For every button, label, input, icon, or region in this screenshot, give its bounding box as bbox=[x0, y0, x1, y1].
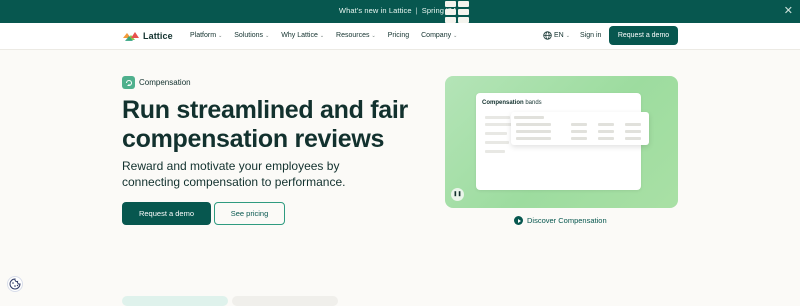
nav-item-solutions[interactable]: Solutions ⌄ bbox=[234, 32, 269, 39]
globe-icon bbox=[543, 31, 552, 40]
screenshot-left-column bbox=[485, 116, 512, 157]
announcement-link[interactable]: What's new in Lattice|Spring '24 › bbox=[0, 6, 800, 15]
request-demo-button-header[interactable]: Request a demo bbox=[609, 26, 678, 45]
compensation-icon bbox=[122, 76, 135, 89]
chevron-down-icon: ⌄ bbox=[319, 33, 325, 39]
screenshot-popover bbox=[511, 112, 649, 145]
sign-in-link[interactable]: Sign in bbox=[580, 32, 601, 39]
hero-subtitle: Reward and motivate your employees by co… bbox=[122, 159, 346, 189]
nav-item-platform[interactable]: Platform ⌄ bbox=[190, 32, 222, 39]
section-tab-active[interactable] bbox=[122, 296, 228, 306]
close-icon[interactable]: ✕ bbox=[784, 4, 793, 17]
pause-icon[interactable]: ❚❚ bbox=[451, 188, 464, 201]
language-label: EN bbox=[554, 32, 564, 39]
discover-compensation-link[interactable]: Discover Compensation bbox=[514, 216, 607, 225]
cookie-icon[interactable] bbox=[7, 276, 23, 292]
lattice-logo-icon bbox=[123, 32, 139, 41]
language-selector[interactable]: EN ⌄ bbox=[543, 31, 570, 40]
play-icon bbox=[514, 216, 523, 225]
screenshot-title: Compensation bands bbox=[482, 100, 542, 106]
logo-text: Lattice bbox=[143, 31, 173, 41]
chevron-down-icon: ⌄ bbox=[453, 33, 458, 39]
hero-title: Run streamlined and fair compensation re… bbox=[122, 96, 408, 153]
announcement-bar: What's new in Lattice|Spring '24 › ✕ bbox=[0, 0, 800, 23]
see-pricing-button[interactable]: See pricing bbox=[214, 202, 285, 225]
nav-item-resources[interactable]: Resources ⌄ bbox=[336, 32, 376, 39]
main-nav: Platform ⌄ Solutions ⌄ Why Lattice ⌄ Resour… bbox=[190, 32, 469, 39]
lattice-logo[interactable]: Lattice bbox=[122, 29, 173, 43]
product-chip: Compensation bbox=[122, 76, 191, 89]
announcement-illustration bbox=[445, 0, 471, 23]
nav-item-company[interactable]: Company ⌄ bbox=[421, 32, 457, 39]
section-tab[interactable] bbox=[232, 296, 338, 306]
nav-item-pricing[interactable]: Pricing bbox=[388, 32, 409, 39]
announcement-text: What's new in Lattice bbox=[338, 6, 412, 15]
product-chip-label: Compensation bbox=[139, 78, 191, 87]
chevron-down-icon: ⌄ bbox=[565, 32, 570, 39]
request-demo-button[interactable]: Request a demo bbox=[122, 202, 211, 225]
chevron-down-icon: ⌄ bbox=[265, 33, 270, 39]
site-header: Lattice Platform ⌄ Solutions ⌄ Why Lattice… bbox=[0, 23, 800, 50]
nav-item-why-lattice[interactable]: Why Lattice ⌄ bbox=[281, 32, 324, 39]
chevron-down-icon: ⌄ bbox=[371, 33, 376, 39]
product-video[interactable]: Compensation bands ❚❚ bbox=[445, 76, 678, 208]
chevron-down-icon: ⌄ bbox=[218, 33, 223, 39]
discover-label: Discover Compensation bbox=[527, 216, 607, 225]
